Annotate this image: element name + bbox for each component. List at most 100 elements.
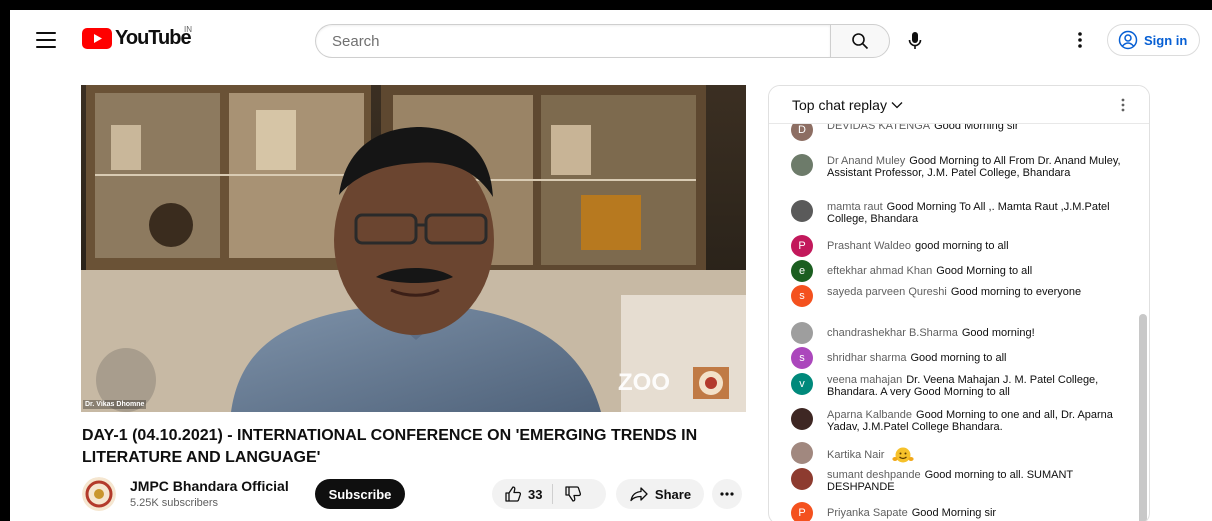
video-title: DAY-1 (04.10.2021) - INTERNATIONAL CONFE… <box>82 427 698 466</box>
chat-message: sumant deshpande Good morning to all. SUM… <box>791 468 1125 493</box>
menu-icon[interactable] <box>36 32 56 48</box>
chat-author[interactable]: shridhar sharma <box>827 352 906 364</box>
like-dislike-group: 33 <box>492 479 606 509</box>
chat-replay-panel: Top chat replay D DEVIDAS KATENGA Good Mo… <box>768 85 1150 521</box>
avatar[interactable] <box>791 442 813 464</box>
chat-mode-dropdown[interactable]: Top chat replay <box>792 97 903 113</box>
chat-message-text: sumant deshpande Good morning to all. SUM… <box>827 468 1125 493</box>
avatar[interactable] <box>791 468 813 490</box>
voice-search-button[interactable] <box>898 24 932 58</box>
chat-message: chandrashekhar B.Sharma Good morning! <box>791 322 1125 344</box>
chat-message: D DEVIDAS KATENGA Good Morning sir <box>791 124 1125 141</box>
avatar[interactable]: P <box>791 235 813 257</box>
chat-message-text: DEVIDAS KATENGA Good Morning sir <box>827 124 1018 141</box>
chat-author[interactable]: sayeda parveen Qureshi <box>827 286 947 298</box>
settings-more-button[interactable] <box>1068 28 1092 52</box>
chat-message: s sayeda parveen Qureshi Good morning to … <box>791 285 1125 307</box>
chat-message: s shridhar sharma Good morning to all <box>791 347 1125 369</box>
chat-message: v veena mahajan Dr. Veena Mahajan J. M. P… <box>791 373 1125 398</box>
chat-author[interactable]: sumant deshpande <box>827 469 921 481</box>
avatar[interactable]: v <box>791 373 813 395</box>
chat-author[interactable]: DEVIDAS KATENGA <box>827 124 930 132</box>
like-count: 33 <box>528 486 543 502</box>
video-player[interactable]: ZOO Dr. Vikas Dhomne <box>81 85 746 412</box>
thumbs-down-icon <box>565 486 582 502</box>
page: YouTube IN Search Sign in ZOO Dr. Vikas … <box>10 10 1212 521</box>
chat-message: mamta raut Good Morning To All ,. Mamta R… <box>791 200 1125 225</box>
chat-body-text: Good morning! <box>961 327 1035 339</box>
chat-author[interactable]: chandrashekhar B.Sharma <box>827 327 958 339</box>
top-bar: YouTube IN Search Sign in <box>10 10 1212 72</box>
share-arrow-icon <box>630 487 648 502</box>
chat-message: Kartika Nair <box>791 442 1125 464</box>
chat-scrollbar[interactable] <box>1139 314 1147 521</box>
chat-author[interactable]: Prashant Waldeo <box>827 240 911 252</box>
youtube-play-icon <box>82 28 112 49</box>
account-icon <box>1118 30 1138 50</box>
chat-message: P Prashant Waldeo good morning to all <box>791 235 1125 257</box>
avatar[interactable] <box>791 200 813 222</box>
chat-message-text: mamta raut Good Morning To All ,. Mamta R… <box>827 200 1125 225</box>
avatar[interactable] <box>791 154 813 176</box>
sign-in-button[interactable]: Sign in <box>1107 24 1201 56</box>
chat-mode-label: Top chat replay <box>792 97 887 113</box>
avatar[interactable]: s <box>791 347 813 369</box>
logo-text: YouTube <box>115 27 192 49</box>
video-frame: ZOO <box>81 85 746 412</box>
microphone-icon <box>908 32 922 49</box>
chat-header: Top chat replay <box>769 86 1149 124</box>
search-icon <box>852 33 869 50</box>
chat-author[interactable]: Priyanka Sapate <box>827 507 908 519</box>
avatar[interactable] <box>791 322 813 344</box>
more-actions-button[interactable] <box>712 479 742 509</box>
like-button[interactable]: 33 <box>492 479 552 509</box>
avatar[interactable]: e <box>791 260 813 282</box>
share-label: Share <box>654 486 692 502</box>
chat-author[interactable]: Dr Anand Muley <box>827 155 905 167</box>
more-vertical-icon <box>1078 32 1082 48</box>
subscribe-button[interactable]: Subscribe <box>315 479 405 509</box>
dislike-button[interactable] <box>553 479 593 509</box>
chat-message: Dr Anand Muley Good Morning to All From D… <box>791 154 1125 179</box>
chat-message-text: sayeda parveen Qureshi Good morning to ev… <box>827 285 1081 307</box>
avatar[interactable]: P <box>791 502 813 521</box>
chat-message-text: chandrashekhar B.Sharma Good morning! <box>827 322 1035 344</box>
more-vertical-icon <box>1121 98 1125 112</box>
channel-avatar[interactable] <box>82 477 116 511</box>
share-button[interactable]: Share <box>616 479 704 509</box>
chat-message-text: Aparna Kalbande Good Morning to one and a… <box>827 408 1125 433</box>
chat-body-text: Good morning to everyone <box>950 286 1082 298</box>
subscriber-count: 5.25K subscribers <box>130 497 219 509</box>
search-button[interactable] <box>830 24 890 58</box>
chat-message-text: shridhar sharma Good morning to all <box>827 347 1006 369</box>
hugging-face-emoji-icon <box>891 447 914 463</box>
chat-message-text: Priyanka Sapate Good Morning sir <box>827 502 996 521</box>
chat-body-text: Good Morning sir <box>911 507 997 519</box>
chat-author[interactable]: mamta raut <box>827 201 883 213</box>
svg-text:ZOO: ZOO <box>618 369 670 396</box>
thumbs-up-icon <box>505 486 522 502</box>
country-code: IN <box>184 25 192 34</box>
chat-message-text: Dr Anand Muley Good Morning to All From D… <box>827 154 1125 179</box>
avatar[interactable]: D <box>791 124 813 141</box>
chat-message: P Priyanka Sapate Good Morning sir <box>791 502 1125 521</box>
chat-author[interactable]: eftekhar ahmad Khan <box>827 265 932 277</box>
chat-author[interactable]: Aparna Kalbande <box>827 409 912 421</box>
more-horizontal-icon <box>720 492 734 496</box>
chat-author[interactable]: veena mahajan <box>827 374 902 386</box>
avatar[interactable] <box>791 408 813 430</box>
chat-author[interactable]: Kartika Nair <box>827 449 884 461</box>
chevron-down-icon <box>891 102 903 109</box>
chat-message-text: eftekhar ahmad Khan Good Morning to all <box>827 260 1032 282</box>
chat-message-text: Kartika Nair <box>827 442 914 464</box>
channel-name[interactable]: JMPC Bhandara Official <box>130 478 289 494</box>
chat-message-text: Prashant Waldeo good morning to all <box>827 235 1009 257</box>
chat-message-text: veena mahajan Dr. Veena Mahajan J. M. Pat… <box>827 373 1125 398</box>
search-bar <box>315 24 890 58</box>
speaker-name-tag: Dr. Vikas Dhomne <box>83 400 147 409</box>
youtube-logo[interactable]: YouTube IN <box>82 25 192 50</box>
channel-logo-icon <box>82 477 116 511</box>
chat-more-button[interactable] <box>1115 96 1131 114</box>
search-input[interactable] <box>315 24 830 58</box>
avatar[interactable]: s <box>791 285 813 307</box>
